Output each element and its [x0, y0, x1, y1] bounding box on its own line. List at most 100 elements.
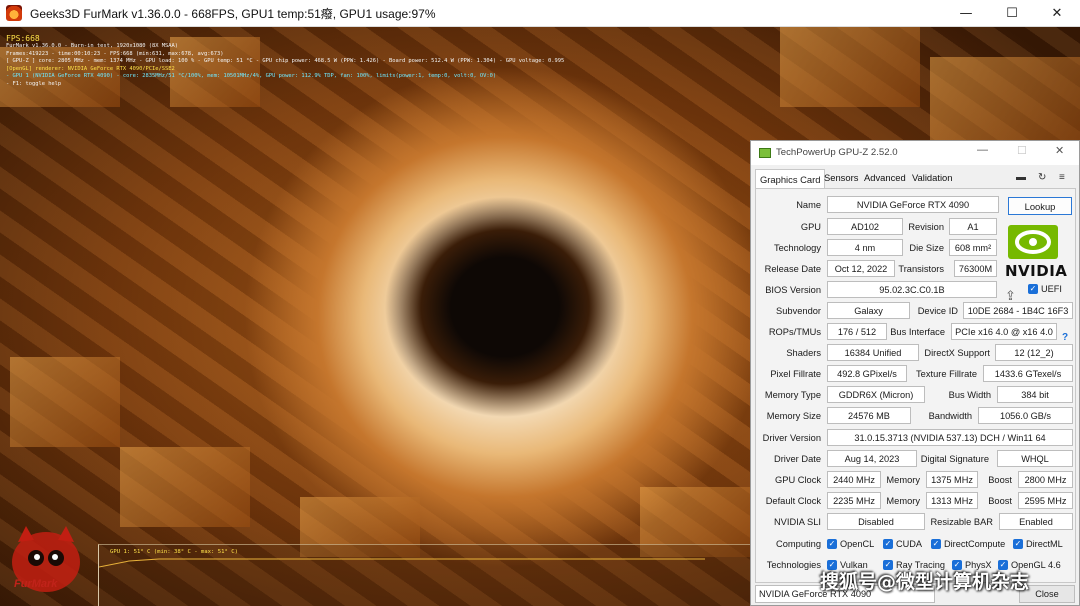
directx-label: DirectX Support [924, 348, 990, 358]
gpu-value: AD102 [827, 218, 903, 235]
directml-label: DirectML [1026, 539, 1063, 549]
default-clock-boost-label: Boost [988, 496, 1012, 506]
memory-type-label: Memory Type [764, 390, 821, 400]
checkbox-checked-icon: ✓ [827, 539, 837, 549]
graphics-card-panel: Name NVIDIA GeForce RTX 4090 Lookup GPU … [755, 188, 1076, 583]
pixel-fillrate-value: 492.8 GPixel/s [827, 365, 907, 382]
die-size-label: Die Size [909, 243, 944, 253]
lookup-button[interactable]: Lookup [1008, 197, 1072, 215]
watermark-text: 搜狐号@微型计算机杂志 [820, 571, 1030, 593]
osd-line: Frames:419223 - time:00:10:23 - FPS:668 … [6, 50, 224, 57]
refresh-icon[interactable]: ↻ [1038, 172, 1046, 183]
release-date-label: Release Date [764, 264, 821, 274]
checkbox-checked-icon: ✓ [1028, 284, 1038, 294]
name-label: Name [796, 200, 821, 210]
temperature-graph-label: GPU 1: 51° C (min: 38° C - max: 51° C) [110, 549, 238, 555]
checkbox-checked-icon: ✓ [883, 539, 893, 549]
driver-version-label: Driver Version [762, 433, 821, 443]
tab-validation[interactable]: Validation [912, 172, 952, 183]
release-date-value: Oct 12, 2022 [827, 260, 895, 277]
gpu-clock-label: GPU Clock [775, 475, 821, 485]
osd-line: - F1: toggle help [6, 80, 62, 87]
bus-width-value: 384 bit [997, 386, 1073, 403]
osd-line: [OpenGL] renderer: NVIDIA GeForce RTX 40… [6, 65, 175, 72]
subvendor-label: Subvendor [776, 306, 821, 316]
tab-sensors[interactable]: Sensors [824, 172, 858, 183]
pixel-fillrate-label: Pixel Fillrate [770, 369, 821, 379]
default-clock-memory-value: 1313 MHz [926, 492, 978, 509]
close-button[interactable]: ✕ [1055, 144, 1064, 157]
default-clock-boost-value: 2595 MHz [1018, 492, 1073, 509]
memory-size-label: Memory Size [766, 411, 821, 421]
memory-type-value: GDDR6X (Micron) [827, 386, 925, 403]
opencl-label: OpenCL [840, 539, 875, 549]
uefi-label: UEFI [1041, 284, 1062, 294]
die-size-value: 608 mm² [949, 239, 997, 256]
gpu-clock-boost-value: 2800 MHz [1018, 471, 1073, 488]
tab-advanced[interactable]: Advanced [864, 172, 906, 183]
osd-line: - GPU 1 (NVIDIA GeForce RTX 4090) - core… [6, 73, 497, 80]
checkbox-checked-icon: ✓ [931, 539, 941, 549]
revision-label: Revision [908, 222, 944, 232]
name-value: NVIDIA GeForce RTX 4090 [827, 196, 999, 213]
help-icon[interactable]: ? [1062, 332, 1068, 343]
driver-date-value: Aug 14, 2023 [827, 450, 917, 467]
maximize-button[interactable]: ☐ [989, 0, 1035, 27]
default-clock-label: Default Clock [765, 496, 821, 506]
gpuz-app-icon [759, 148, 771, 158]
minimize-button[interactable]: — [943, 0, 989, 27]
directcompute-label: DirectCompute [944, 539, 1006, 549]
uefi-checkbox[interactable]: ✓ UEFI [1028, 284, 1062, 294]
gpuz-window: TechPowerUp GPU-Z 2.52.0 — ☐ ✕ Graphics … [750, 140, 1080, 606]
texture-fillrate-label: Texture Fillrate [916, 369, 977, 379]
furmark-window-title: Geeks3D FurMark v1.36.0.0 - 668FPS, GPU1… [30, 6, 436, 21]
driver-date-label: Driver Date [773, 454, 821, 464]
nvidia-sli-value: Disabled [827, 513, 925, 530]
rops-tmus-label: ROPs/TMUs [768, 327, 821, 337]
computing-label: Computing [776, 539, 821, 549]
directml-checkbox[interactable]: ✓ DirectML [1013, 539, 1063, 549]
bios-version-value: 95.02.3C.C0.1B [827, 281, 997, 298]
gpu-clock-memory-value: 1375 MHz [926, 471, 978, 488]
memory-size-value: 24576 MB [827, 407, 911, 424]
furmark-titlebar[interactable]: Geeks3D FurMark v1.36.0.0 - 668FPS, GPU1… [0, 0, 1080, 27]
bus-interface-label: Bus Interface [890, 327, 945, 337]
opencl-checkbox[interactable]: ✓ OpenCL [827, 539, 874, 549]
furmark-app-icon [6, 5, 22, 21]
transistors-label: Transistors [898, 264, 944, 274]
rops-tmus-value: 176 / 512 [827, 323, 887, 340]
digital-signature-label: Digital Signature [920, 454, 989, 464]
osd-fps: FPS:668 [6, 34, 40, 43]
gpuz-titlebar[interactable]: TechPowerUp GPU-Z 2.52.0 — ☐ ✕ [751, 141, 1079, 165]
minimize-button[interactable]: — [977, 144, 988, 156]
device-id-label: Device ID [917, 306, 958, 316]
gpu-label: GPU [800, 222, 821, 232]
maximize-button[interactable]: ☐ [1017, 144, 1027, 157]
nvidia-sli-label: NVIDIA SLI [773, 517, 821, 527]
default-clock-value: 2235 MHz [827, 492, 881, 509]
technologies-label: Technologies [766, 560, 821, 570]
camera-icon[interactable]: ▬ [1016, 172, 1026, 183]
gpu-clock-boost-label: Boost [988, 475, 1012, 485]
nvidia-wordmark: NVIDIA [1005, 262, 1068, 280]
menu-icon[interactable]: ≡ [1059, 172, 1065, 183]
resizable-bar-value: Enabled [999, 513, 1073, 530]
tab-graphics-card[interactable]: Graphics Card [755, 169, 826, 189]
bandwidth-label: Bandwidth [928, 411, 972, 421]
revision-value: A1 [949, 218, 997, 235]
texture-fillrate-value: 1433.6 GTexel/s [983, 365, 1073, 382]
osd-line: FurMark v1.36.0.0 - Burn-in test, 1920x1… [6, 43, 179, 49]
technology-label: Technology [773, 243, 821, 253]
transistors-value: 76300M [954, 260, 997, 277]
shaders-value: 16384 Unified [827, 344, 919, 361]
default-clock-memory-label: Memory [886, 496, 920, 506]
gpuz-window-title: TechPowerUp GPU-Z 2.52.0 [776, 147, 898, 158]
cuda-checkbox[interactable]: ✓ CUDA [883, 539, 922, 549]
bandwidth-value: 1056.0 GB/s [978, 407, 1073, 424]
driver-version-value: 31.0.15.3713 (NVIDIA 537.13) DCH / Win11… [827, 429, 1073, 446]
close-button[interactable]: ✕ [1034, 0, 1080, 27]
gpu-clock-value: 2440 MHz [827, 471, 881, 488]
gpu-clock-memory-label: Memory [886, 475, 920, 485]
technology-value: 4 nm [827, 239, 903, 256]
directcompute-checkbox[interactable]: ✓ DirectCompute [931, 539, 1005, 549]
